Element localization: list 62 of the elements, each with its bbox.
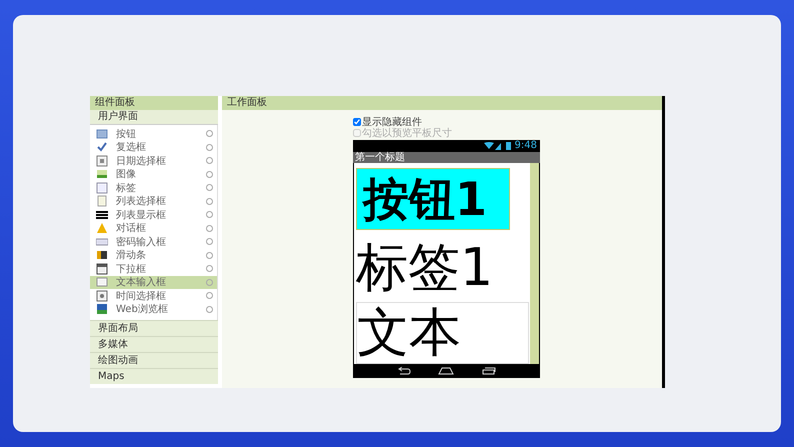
listpicker-component-icon: [96, 195, 108, 208]
palette-item-label: 滑动条: [116, 249, 147, 262]
palette-item[interactable]: Web浏览框: [90, 302, 217, 316]
clock-text: 9:48: [514, 140, 537, 152]
palette-item-label: 按钮: [116, 128, 137, 141]
palette-item-label: 日期选择框: [116, 154, 167, 168]
palette-item-label: 图像: [116, 168, 137, 182]
recent-apps-icon[interactable]: [482, 366, 496, 375]
checkbox-component-icon: [96, 141, 108, 154]
palette-item-label: 标签: [116, 182, 137, 195]
option-label: 勾选以预览平板尺寸: [362, 126, 452, 140]
label-component-icon: [96, 182, 108, 194]
preview-label: 标签1: [356, 236, 494, 300]
viewer-header: 工作面板: [222, 96, 662, 110]
palette-section[interactable]: 用户界面: [90, 110, 218, 125]
palette-category[interactable]: Maps: [90, 368, 218, 384]
palette-item[interactable]: 日期选择框: [90, 154, 217, 168]
palette-item[interactable]: 对话框: [90, 222, 217, 235]
listview-component-icon: [96, 208, 108, 221]
palette-item-label: 列表显示框: [116, 208, 167, 222]
battery-icon: [506, 141, 511, 150]
home-icon[interactable]: [438, 366, 454, 375]
palette-category[interactable]: 多媒体: [90, 336, 218, 352]
datepicker-component-icon: [96, 154, 108, 167]
image-component-icon: [96, 168, 108, 180]
palette-category[interactable]: 界面布局: [90, 320, 218, 336]
palette-item-label: 对话框: [116, 222, 147, 236]
preview-button[interactable]: 按钮1: [356, 168, 510, 230]
palette-item-label: 文本输入框: [116, 276, 167, 290]
palette-item[interactable]: 时间选择框: [90, 289, 217, 302]
textbox-component-icon: [96, 276, 108, 288]
spinner-component-icon: [96, 262, 108, 275]
palette-item-label: 时间选择框: [116, 290, 167, 303]
palette-item[interactable]: 列表选择框: [90, 194, 217, 208]
palette-item[interactable]: 图像: [90, 168, 217, 181]
notifier-component-icon: [96, 222, 108, 234]
preview-textbox[interactable]: 文本: [356, 302, 529, 364]
option-label: 显示隐藏组件: [362, 116, 422, 128]
palette-item-label: 复选框: [116, 140, 147, 154]
palette-item[interactable]: 列表显示框: [90, 208, 217, 222]
slider-component-icon: [96, 249, 108, 262]
palette-item-label: Web浏览框: [116, 302, 169, 316]
palette-item[interactable]: 按钮: [90, 127, 217, 140]
back-icon[interactable]: [396, 366, 411, 375]
palette-item-label: 下拉框: [116, 262, 147, 276]
palette-item[interactable]: 下拉框: [90, 262, 217, 276]
palette-item[interactable]: 文本输入框: [90, 276, 217, 289]
palette-item[interactable]: 标签: [90, 181, 217, 194]
palette-category[interactable]: 绘图动画: [90, 352, 218, 368]
screen-title: 第一个标题: [353, 152, 540, 163]
password-component-icon: [96, 236, 108, 248]
palette-item[interactable]: 密码输入框: [90, 235, 217, 248]
palette-item-label: 密码输入框: [116, 236, 167, 249]
palette-item[interactable]: 复选框: [90, 140, 217, 154]
palette-item[interactable]: 滑动条: [90, 248, 217, 262]
palette-header: 组件面板: [90, 96, 218, 110]
palette-item-label: 列表选择框: [116, 194, 167, 208]
webviewer-component-icon: [96, 303, 108, 316]
option-checkbox[interactable]: [353, 118, 361, 126]
button-component-icon: [96, 128, 108, 140]
signal-icon: [484, 142, 502, 150]
timepicker-component-icon: [96, 290, 108, 302]
